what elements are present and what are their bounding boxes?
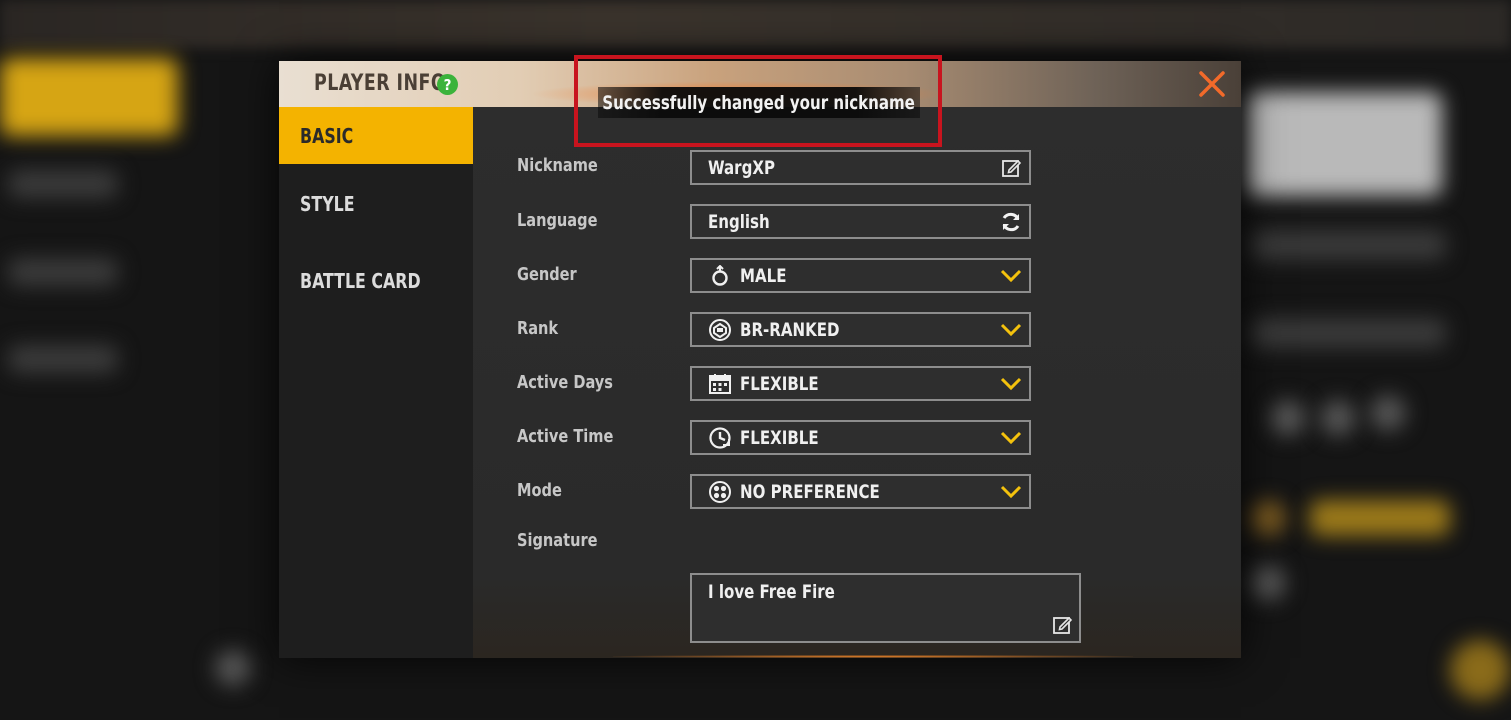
signature-label: Signature <box>517 530 598 551</box>
active-time-select[interactable]: FLEXIBLE <box>690 420 1031 455</box>
nav-tab-battle-card[interactable]: BATTLE CARD <box>279 252 473 309</box>
modal-title: PLAYER INFO <box>314 71 447 96</box>
chevron-down-icon <box>999 372 1023 396</box>
background-button <box>1310 500 1450 536</box>
gender-select[interactable]: MALE <box>690 258 1031 293</box>
help-icon[interactable]: ? <box>437 74 458 95</box>
mode-value: NO PREFERENCE <box>740 480 880 503</box>
nav-tab-label: BATTLE CARD <box>300 268 421 293</box>
active-days-label: Active Days <box>517 372 613 393</box>
language-field[interactable]: English <box>690 204 1031 239</box>
nav-tab-basic[interactable]: BASIC <box>279 107 473 164</box>
background-topbar <box>0 0 1511 48</box>
mode-label: Mode <box>517 480 562 501</box>
background-glow <box>1450 640 1510 700</box>
close-icon <box>1199 71 1225 97</box>
bottom-glow <box>613 655 1133 658</box>
side-nav: BASIC STYLE BATTLE CARD <box>279 107 473 658</box>
background-dot <box>1250 565 1286 601</box>
edit-icon[interactable] <box>999 156 1023 180</box>
background-dot <box>1250 500 1286 536</box>
nav-tab-label: BASIC <box>300 123 354 148</box>
signature-textarea[interactable]: I love Free Fire <box>690 573 1081 643</box>
background-dot <box>1320 400 1356 436</box>
male-icon <box>708 264 732 288</box>
language-label: Language <box>517 210 598 231</box>
background-menu-item <box>8 258 118 286</box>
rank-select[interactable]: BR-RANKED <box>690 312 1031 347</box>
gender-label: Gender <box>517 264 577 285</box>
edit-icon[interactable] <box>1051 614 1073 636</box>
success-toast: Successfully changed your nickname <box>598 87 920 118</box>
language-value: English <box>708 210 770 233</box>
refresh-icon[interactable] <box>999 210 1023 234</box>
nickname-value: WargXP <box>708 156 775 179</box>
background-card <box>1246 92 1442 196</box>
rank-value: BR-RANKED <box>740 318 840 341</box>
gender-value: MALE <box>740 264 787 287</box>
chevron-down-icon <box>999 264 1023 288</box>
mode-select[interactable]: NO PREFERENCE <box>690 474 1031 509</box>
chevron-down-icon <box>999 426 1023 450</box>
background-strip <box>1250 318 1446 348</box>
player-info-modal: PLAYER INFO ? BASIC STYLE BATTLE CARD Ni… <box>279 61 1241 658</box>
active-time-value: FLEXIBLE <box>740 426 819 449</box>
signature-value: I love Free Fire <box>708 581 835 603</box>
active-time-label: Active Time <box>517 426 614 447</box>
background-dot <box>1270 400 1306 436</box>
chevron-down-icon <box>999 480 1023 504</box>
calendar-icon <box>708 372 732 396</box>
nav-tab-label: STYLE <box>300 191 355 216</box>
clock-icon <box>708 426 732 450</box>
background-tab <box>0 58 178 136</box>
rank-label: Rank <box>517 318 559 339</box>
nickname-field[interactable]: WargXP <box>690 150 1031 185</box>
basic-info-form: Nickname WargXP Language English Gender … <box>473 107 1241 658</box>
close-button[interactable] <box>1183 61 1241 107</box>
mode-icon <box>708 480 732 504</box>
background-strip <box>1250 230 1446 260</box>
chevron-down-icon <box>999 318 1023 342</box>
background-dot <box>1370 395 1406 431</box>
background-menu-item <box>8 345 118 373</box>
nickname-label: Nickname <box>517 155 598 176</box>
active-days-value: FLEXIBLE <box>740 372 819 395</box>
background-dot <box>215 650 251 686</box>
rank-icon <box>708 318 732 342</box>
nav-tab-style[interactable]: STYLE <box>279 175 473 232</box>
background-menu-item <box>8 170 118 198</box>
active-days-select[interactable]: FLEXIBLE <box>690 366 1031 401</box>
toast-message: Successfully changed your nickname <box>602 91 916 114</box>
